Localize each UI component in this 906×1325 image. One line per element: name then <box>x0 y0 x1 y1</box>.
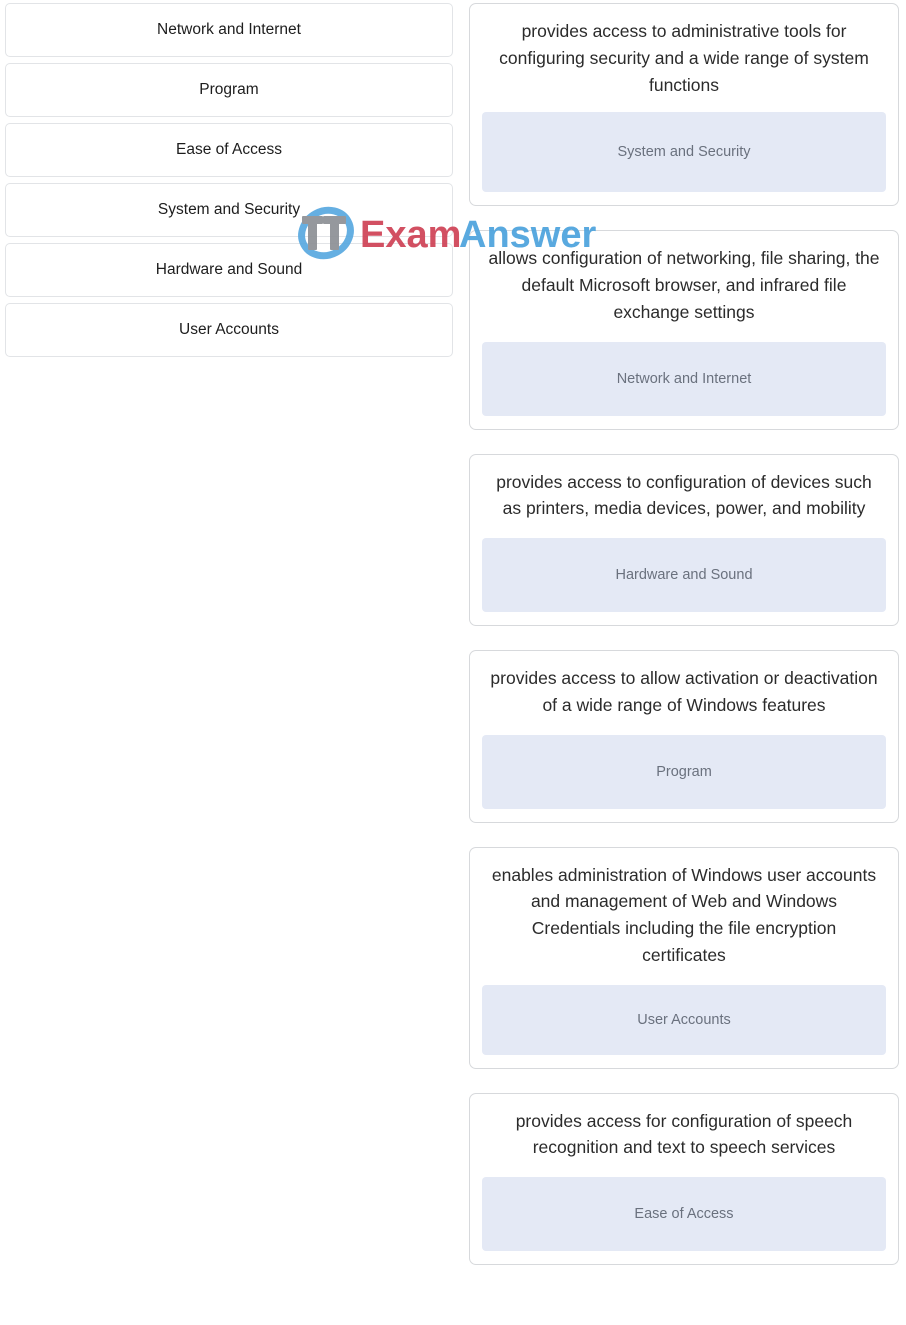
source-item-label: Hardware and Sound <box>155 261 303 279</box>
drop-slot-label: Ease of Access <box>634 1206 734 1223</box>
drop-slot-answer[interactable]: Network and Internet <box>482 341 886 416</box>
source-item-label: User Accounts <box>179 321 279 339</box>
drop-slot-label: Network and Internet <box>616 370 752 387</box>
source-item-label: System and Security <box>157 201 301 219</box>
drop-slot-answer[interactable]: Program <box>482 734 886 809</box>
source-item-label: Network and Internet <box>157 21 301 39</box>
target-card: provides access to allow activation or d… <box>469 650 899 823</box>
target-card: provides access for configuration of spe… <box>469 1092 899 1266</box>
drop-slot-answer[interactable]: User Accounts <box>482 984 886 1055</box>
drop-slot-label: Hardware and Sound <box>615 567 753 584</box>
source-item-system-and-security[interactable]: System and Security <box>5 183 453 237</box>
card-prompt: provides access for configuration of spe… <box>515 1110 853 1158</box>
source-item-label: Program <box>199 81 259 99</box>
source-item-program[interactable]: Program <box>5 63 453 117</box>
source-item-user-accounts[interactable]: User Accounts <box>5 303 453 357</box>
target-card: provides access to administrative tools … <box>469 3 899 207</box>
source-item-ease-of-access[interactable]: Ease of Access <box>5 123 453 177</box>
source-item-network-and-internet[interactable]: Network and Internet <box>5 3 453 57</box>
drop-slot-answer[interactable]: Ease of Access <box>482 1177 886 1252</box>
drop-slot-answer[interactable]: Hardware and Sound <box>482 538 886 613</box>
drop-slot-label: System and Security <box>617 144 751 161</box>
card-prompt: provides access to configuration of devi… <box>496 471 872 519</box>
drop-slot-label: User Accounts <box>637 1011 731 1028</box>
card-prompt: enables administration of Windows user a… <box>491 864 877 965</box>
target-card: provides access to configuration of devi… <box>469 453 899 627</box>
card-prompt: provides access to allow activation or d… <box>490 668 878 715</box>
exercise-stage: Network and Internet Program Ease of Acc… <box>0 0 906 1325</box>
source-item-label: Ease of Access <box>176 141 282 159</box>
card-prompt: allows configuration of networking, file… <box>488 248 880 322</box>
source-item-hardware-and-sound[interactable]: Hardware and Sound <box>5 243 453 297</box>
drop-slot-label: Program <box>656 763 712 780</box>
drop-slot-answer[interactable]: System and Security <box>482 112 886 193</box>
draggable-options-list: Network and Internet Program Ease of Acc… <box>5 3 453 363</box>
target-card: allows configuration of networking, file… <box>469 230 899 430</box>
target-card: enables administration of Windows user a… <box>469 846 899 1069</box>
target-cards-column: provides access to administrative tools … <box>469 3 899 1289</box>
card-prompt: provides access to administrative tools … <box>499 21 869 95</box>
